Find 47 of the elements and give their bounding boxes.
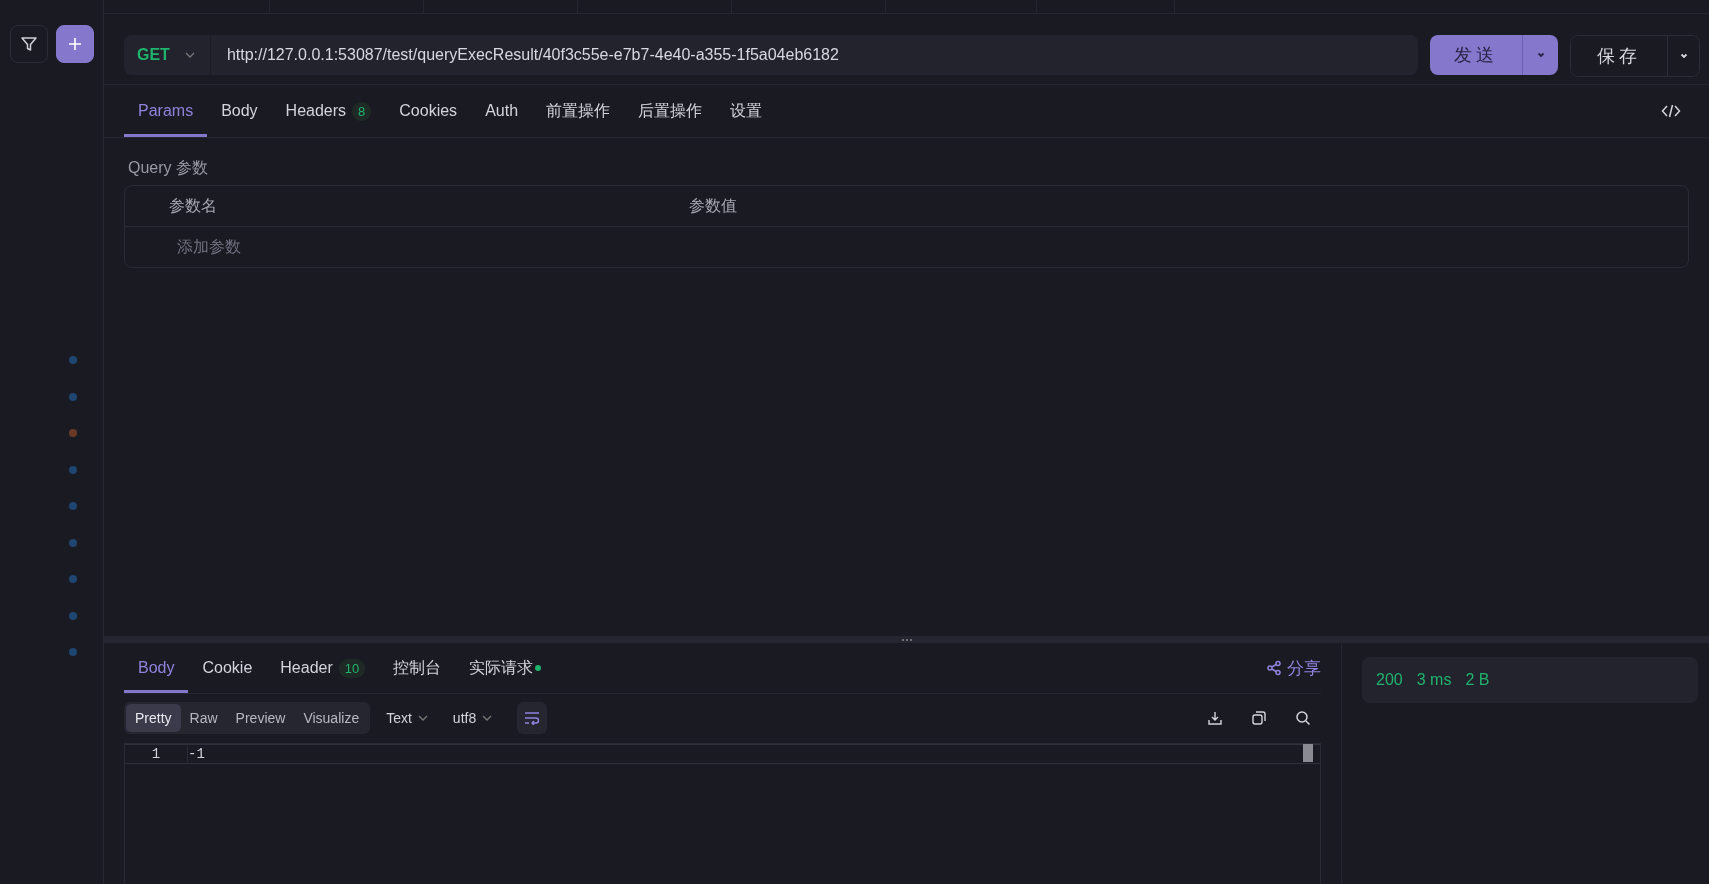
download-icon [1207, 710, 1223, 726]
copy-icon [1251, 710, 1267, 726]
tab[interactable]: Cookies [385, 85, 472, 137]
add-button[interactable] [56, 25, 94, 63]
tab[interactable]: Header 10 [266, 643, 380, 693]
url-field[interactable]: http://127.0.0.1:53087/test/queryExecResult/40f3c55e-e7b7-4e40-a355-1f5a04eb6182 [210, 46, 839, 64]
view-mode-option[interactable]: Visualize [294, 704, 369, 732]
view-mode-option[interactable]: Pretty [126, 704, 181, 732]
share-icon [1266, 660, 1282, 676]
count-badge: 8 [352, 101, 372, 121]
tab[interactable]: Cookie [188, 643, 267, 693]
tab[interactable]: Body [207, 85, 272, 137]
tab[interactable]: Body [124, 643, 189, 693]
tab[interactable]: 设置 [716, 85, 777, 137]
column-header: 参数值 [688, 195, 738, 216]
filter-icon [20, 35, 38, 53]
code-icon [1661, 103, 1681, 119]
view-mode-option[interactable]: Preview [226, 704, 295, 732]
param-name-field[interactable]: 添加参数 [175, 228, 579, 266]
response-size: 2 B [1465, 671, 1490, 689]
count-badge: 10 [338, 658, 366, 678]
tab[interactable]: 后置操作 [624, 85, 717, 137]
response-time: 3 ms [1416, 671, 1452, 689]
chevron-down-icon [1678, 51, 1689, 61]
status-code: 200 [1376, 671, 1403, 689]
format-dropdown[interactable]: Text [378, 710, 437, 726]
view-mode-option[interactable]: Raw [180, 704, 227, 732]
tab[interactable]: 实际请求 [455, 643, 556, 693]
search-icon [1295, 710, 1311, 726]
line-number: 1 [150, 746, 162, 762]
tab[interactable]: Params [124, 85, 208, 137]
filter-button[interactable] [10, 25, 48, 63]
column-header: 参数名 [168, 195, 218, 216]
plus-icon [67, 36, 83, 52]
scrollbar-thumb[interactable] [1303, 744, 1313, 762]
section-title: Query 参数 [127, 158, 209, 178]
encoding-dropdown[interactable]: utf8 [444, 710, 502, 726]
share-button[interactable]: 分享 [1266, 643, 1321, 693]
send-options-button[interactable] [1522, 35, 1558, 75]
wrap-lines-button[interactable] [517, 702, 548, 734]
send-button[interactable]: 发送 [1430, 35, 1522, 75]
tab[interactable]: Auth [471, 85, 533, 137]
chevron-down-icon [1535, 50, 1546, 60]
tab[interactable]: 控制台 [379, 643, 456, 693]
wrap-lines-icon [524, 711, 541, 725]
tab[interactable]: Headers 8 [271, 85, 386, 137]
tab[interactable]: 前置操作 [532, 85, 625, 137]
